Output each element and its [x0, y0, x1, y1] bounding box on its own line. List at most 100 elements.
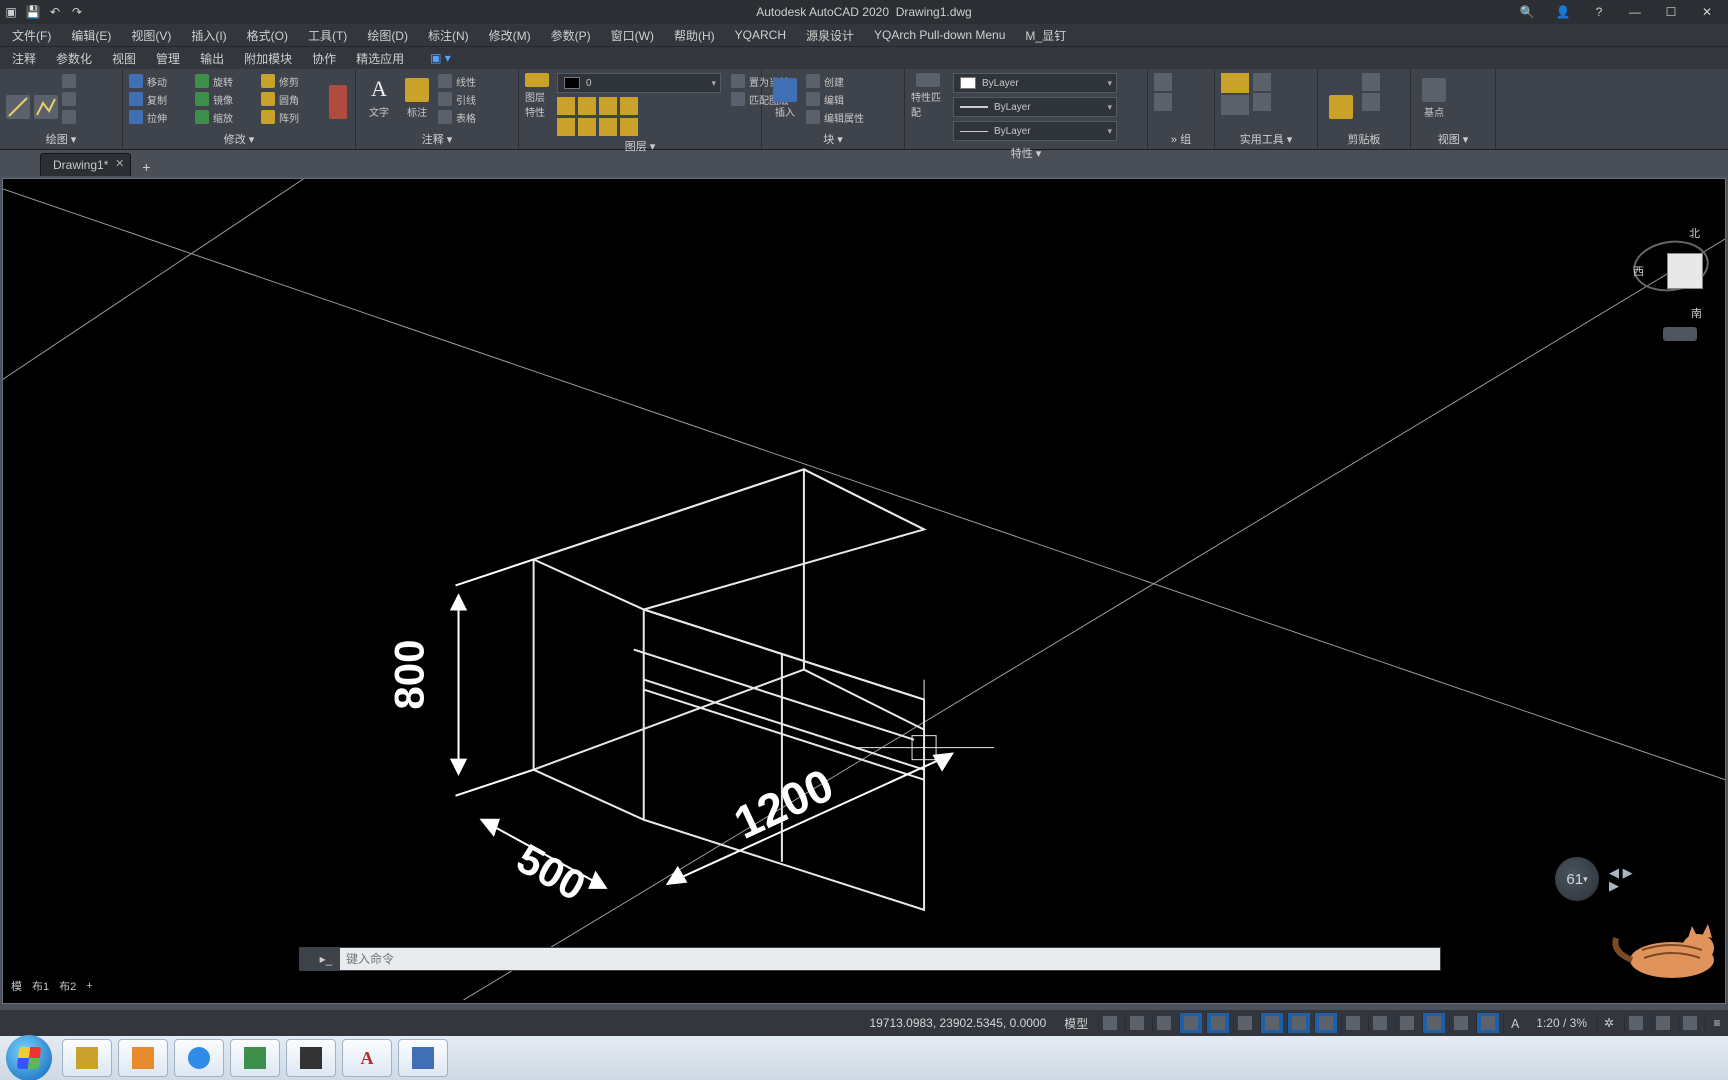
max-icon[interactable]: ☐ — [1660, 2, 1682, 22]
ribbon-tab-overflow-icon[interactable]: ▣ ▾ — [422, 49, 459, 67]
layout-tab[interactable]: 模 — [11, 978, 22, 994]
layer-props-button[interactable]: 图层特性 — [525, 73, 549, 119]
menu-item[interactable]: YQARCH — [727, 26, 794, 44]
viewcube-south[interactable]: 南 — [1691, 305, 1702, 321]
taskbar-autocad[interactable]: A — [342, 1039, 392, 1077]
frame-control[interactable]: 61▾ ◀ ▶▶ — [1555, 859, 1665, 899]
circle-tool[interactable] — [62, 91, 124, 107]
osnap-toggle[interactable] — [1260, 1013, 1283, 1033]
layer-iso-icon[interactable] — [557, 97, 575, 115]
lineweight-dropdown[interactable]: ByLayer — [953, 97, 1117, 117]
menu-item[interactable]: 绘图(D) — [359, 25, 416, 46]
menu-item[interactable]: M_显钉 — [1017, 25, 1074, 46]
viewcube-face[interactable] — [1667, 253, 1703, 289]
trim-tool[interactable]: 修剪 — [261, 73, 323, 89]
viewcube-north[interactable]: 北 — [1689, 225, 1700, 241]
copy-tool[interactable]: 复制 — [129, 91, 191, 107]
nav-bar-collapsed[interactable] — [1663, 327, 1697, 341]
annomonitor-toggle[interactable] — [1476, 1013, 1499, 1033]
cmdline-history-icon[interactable]: ▸_ — [312, 948, 340, 970]
menu-item[interactable]: 工具(T) — [300, 25, 355, 46]
polar-toggle[interactable] — [1206, 1013, 1229, 1033]
create-block-button[interactable]: 创建 — [806, 73, 868, 89]
layer-dropdown[interactable]: 0 — [557, 73, 721, 93]
taskbar-browser[interactable] — [174, 1039, 224, 1077]
annoscale-icon[interactable]: Ａ — [1503, 1013, 1526, 1033]
edit-block-button[interactable]: 编辑 — [806, 91, 868, 107]
copyclip-icon[interactable] — [1362, 93, 1380, 111]
frame-dial[interactable]: 61▾ — [1555, 857, 1599, 901]
ribbon-tab[interactable]: 管理 — [148, 48, 188, 69]
grid-toggle[interactable] — [1098, 1013, 1121, 1033]
space-toggle[interactable]: 模型 — [1058, 1015, 1094, 1032]
menu-item[interactable]: 窗口(W) — [603, 25, 662, 46]
color-dropdown[interactable]: ByLayer — [953, 73, 1117, 93]
cycling-toggle[interactable] — [1395, 1013, 1418, 1033]
table-tool[interactable]: 表格 — [438, 109, 500, 125]
app-menu-icon[interactable]: ▣ — [0, 2, 22, 22]
taskbar-media[interactable] — [118, 1039, 168, 1077]
viewcube-west[interactable]: 西 — [1633, 263, 1644, 279]
layout-tab[interactable]: 布2 — [59, 978, 76, 994]
rect-tool[interactable] — [62, 109, 124, 125]
qat-save-icon[interactable]: 💾 — [22, 2, 44, 22]
drawing-area[interactable]: 800 500 1200 北 西 南 61▾ ◀ ▶▶ ▸_ 模 — [0, 176, 1728, 1010]
layer-freeze-icon[interactable] — [578, 97, 596, 115]
layer-unlock-icon[interactable] — [599, 118, 617, 136]
doc-tab[interactable]: Drawing1* ✕ — [40, 153, 131, 176]
ribbon-tab[interactable]: 协作 — [304, 48, 344, 69]
base-view-button[interactable]: 基点 — [1417, 73, 1451, 119]
layer-match-icon[interactable] — [620, 118, 638, 136]
3dosnap-toggle[interactable] — [1287, 1013, 1310, 1033]
scale-tool[interactable]: 缩放 — [195, 109, 257, 125]
transparency-toggle[interactable] — [1368, 1013, 1391, 1033]
layer-on-icon[interactable] — [557, 118, 575, 136]
taskbar-app3[interactable] — [398, 1039, 448, 1077]
polyline-tool[interactable] — [34, 73, 58, 119]
qat-undo-icon[interactable]: ↶ — [44, 2, 66, 22]
close-doc-icon[interactable]: ✕ — [115, 157, 124, 170]
ribbon-tab[interactable]: 附加模块 — [236, 48, 300, 69]
otrack-toggle[interactable] — [1314, 1013, 1337, 1033]
menu-item[interactable]: YQArch Pull-down Menu — [866, 26, 1013, 44]
menu-item[interactable]: 编辑(E) — [63, 25, 119, 46]
taskbar-app1[interactable] — [230, 1039, 280, 1077]
view-cube[interactable]: 北 西 南 — [1633, 219, 1713, 299]
isolate-icon[interactable] — [1651, 1013, 1674, 1033]
menu-item[interactable]: 插入(I) — [183, 25, 234, 46]
ribbon-tab[interactable]: 精选应用 — [348, 48, 412, 69]
measure-icon[interactable] — [1221, 73, 1249, 93]
close-icon[interactable]: ✕ — [1696, 2, 1718, 22]
iso-toggle[interactable] — [1233, 1013, 1256, 1033]
arc-tool[interactable] — [62, 73, 124, 89]
leader-tool[interactable]: 引线 — [438, 91, 500, 107]
command-input[interactable] — [340, 952, 1440, 966]
start-button[interactable] — [6, 1035, 52, 1080]
qat-redo-icon[interactable]: ↷ — [66, 2, 88, 22]
ungroup-icon[interactable] — [1154, 93, 1172, 111]
hwaccel-icon[interactable] — [1624, 1013, 1647, 1033]
search-icon[interactable]: 🔍 — [1516, 2, 1538, 22]
quickselect-icon[interactable] — [1253, 93, 1271, 111]
qp-toggle[interactable] — [1449, 1013, 1472, 1033]
dyn-toggle[interactable] — [1422, 1013, 1445, 1033]
menu-item[interactable]: 格式(O) — [239, 25, 296, 46]
layer-lock-icon[interactable] — [599, 97, 617, 115]
erase-tool[interactable] — [327, 73, 349, 119]
paste-button[interactable] — [1324, 73, 1358, 119]
ws-switch-icon[interactable]: ✲ — [1597, 1013, 1620, 1033]
fillet-tool[interactable]: 圆角 — [261, 91, 323, 107]
menu-item[interactable]: 视图(V) — [123, 25, 179, 46]
menu-item[interactable]: 参数(P) — [543, 25, 599, 46]
ribbon-tab[interactable]: 视图 — [104, 48, 144, 69]
customize-icon[interactable]: ≡ — [1705, 1013, 1728, 1033]
layout-add[interactable]: + — [86, 980, 92, 992]
layout-tab[interactable]: 布1 — [32, 978, 49, 994]
lwt-toggle[interactable] — [1341, 1013, 1364, 1033]
stretch-tool[interactable]: 拉伸 — [129, 109, 191, 125]
infer-toggle[interactable] — [1152, 1013, 1175, 1033]
insert-block-button[interactable]: 插入 — [768, 73, 802, 119]
ribbon-tab[interactable]: 注释 — [4, 48, 44, 69]
text-tool[interactable]: A文字 — [362, 73, 396, 119]
menu-item[interactable]: 帮助(H) — [666, 25, 723, 46]
